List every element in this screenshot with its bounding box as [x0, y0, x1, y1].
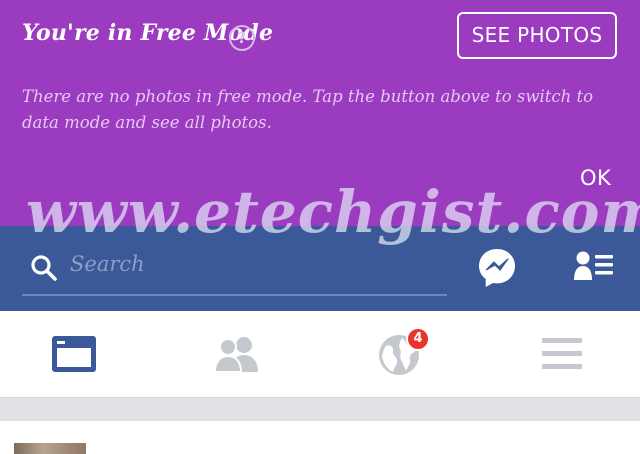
- tab-news-feed[interactable]: [0, 311, 160, 397]
- tab-menu[interactable]: [480, 311, 640, 397]
- news-feed: [0, 421, 640, 454]
- friends-icon: [214, 337, 258, 372]
- notification-badge: 4: [406, 327, 430, 351]
- messenger-icon[interactable]: [477, 247, 517, 289]
- see-photos-button[interactable]: SEE PHOTOS: [457, 12, 617, 59]
- search-icon[interactable]: [30, 254, 58, 282]
- tab-notifications[interactable]: [320, 311, 480, 397]
- tab-friends[interactable]: [160, 311, 320, 397]
- watermark: www.etechgist.com: [26, 178, 640, 246]
- tab-bar: [0, 311, 640, 397]
- banner-message: There are no photos in free mode. Tap th…: [22, 87, 594, 132]
- hamburger-menu-icon: [542, 338, 582, 369]
- feed-divider: [0, 397, 640, 421]
- search-underline: [22, 294, 447, 296]
- news-feed-icon: [52, 336, 96, 372]
- question-mark-icon[interactable]: ?: [229, 25, 255, 51]
- search-input[interactable]: Search: [70, 252, 145, 276]
- friend-requests-icon[interactable]: [573, 250, 615, 286]
- avatar[interactable]: [14, 443, 86, 454]
